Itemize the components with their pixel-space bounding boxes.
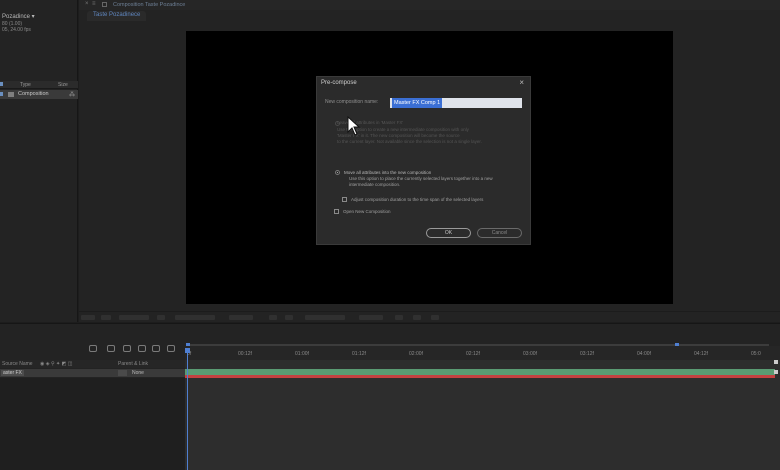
- source-name-column[interactable]: Source Name: [2, 361, 33, 367]
- column-size[interactable]: Size: [58, 82, 68, 88]
- viewer-toolbar: [79, 311, 780, 322]
- timeline-panel: ◉ ◈ ⚲ ✦ ◩ ◫ Source Name Parent & Link as…: [0, 323, 780, 470]
- switches-column[interactable]: ◉ ◈ ⚲ ✦ ◩ ◫: [40, 361, 72, 367]
- viewer-control[interactable]: [413, 315, 421, 320]
- composition-icon: [8, 92, 14, 97]
- label-color-icon: [0, 92, 3, 96]
- dialog-title: Pre-compose: [321, 80, 357, 86]
- ok-button[interactable]: OK: [426, 228, 471, 238]
- label-color-icon: [0, 82, 3, 86]
- time-tick: 03:12f: [580, 351, 594, 357]
- composition-tab-bar: × ≡ Composition Taste Pozadince: [79, 0, 780, 10]
- project-info-line: 05, 24.00 fps: [2, 27, 31, 33]
- search-icon[interactable]: [89, 345, 97, 352]
- move-attributes-radio[interactable]: [335, 170, 340, 175]
- timeline-tracks[interactable]: [185, 360, 780, 470]
- shy-layers-icon[interactable]: [138, 345, 146, 352]
- move-attributes-desc: intermediate composition.: [349, 182, 401, 187]
- timeline-layer-row[interactable]: aster FX None: [0, 369, 185, 377]
- composition-name-input[interactable]: Master FX Comp 1: [390, 98, 522, 108]
- layer-list-empty-area: [0, 378, 185, 470]
- comp-mini-flowchart-icon[interactable]: [107, 345, 115, 352]
- composition-subtab[interactable]: Taste Pozadinece: [87, 11, 147, 21]
- open-new-comp-checkbox[interactable]: [334, 209, 339, 214]
- pre-compose-dialog: Pre-compose × New composition name: Mast…: [316, 76, 531, 245]
- open-new-comp-label: Open New Composition: [343, 209, 391, 214]
- parent-pickwhip-icon[interactable]: [118, 370, 127, 376]
- time-tick: 01:12f: [352, 351, 366, 357]
- resolution-dropdown[interactable]: [229, 315, 253, 320]
- viewer-control[interactable]: [157, 315, 165, 320]
- time-tick: 03:00f: [523, 351, 537, 357]
- time-tick: 04:00f: [637, 351, 651, 357]
- time-ruler[interactable]: 0f 00:12f 01:00f 01:12f 02:00f 02:12f 03…: [185, 346, 780, 360]
- time-tick: 01:00f: [295, 351, 309, 357]
- project-item-row[interactable]: Composition ⁂: [0, 90, 78, 99]
- project-panel: Pozadince ▾ 80 (1.00) 05, 24.00 fps Type…: [0, 0, 78, 322]
- graph-editor-icon[interactable]: [167, 345, 175, 352]
- adjust-duration-checkbox[interactable]: [342, 197, 347, 202]
- time-tick: 02:12f: [466, 351, 480, 357]
- mouse-cursor-icon: [347, 116, 361, 136]
- timecode-field[interactable]: [175, 315, 215, 320]
- time-tick: 04:12f: [694, 351, 708, 357]
- adjust-duration-label: Adjust composition duration to the time …: [351, 197, 484, 202]
- project-comp-name[interactable]: Pozadince ▾: [2, 13, 35, 20]
- playhead-line[interactable]: [187, 349, 188, 470]
- draft-3d-icon[interactable]: [123, 345, 131, 352]
- close-icon[interactable]: ×: [519, 78, 524, 87]
- composition-tab-title[interactable]: Composition Taste Pozadince: [113, 2, 185, 8]
- lock-icon[interactable]: [102, 2, 107, 7]
- keyframe-icon[interactable]: [774, 370, 778, 374]
- frame-blending-icon[interactable]: [152, 345, 160, 352]
- time-tick: 05:0: [751, 351, 761, 357]
- leave-attributes-desc: to the current layer. Not available sinc…: [337, 139, 482, 144]
- menu-icon[interactable]: ≡: [92, 1, 96, 7]
- viewer-control[interactable]: [285, 315, 293, 320]
- zoom-dropdown[interactable]: [119, 315, 149, 320]
- viewer-control[interactable]: [269, 315, 277, 320]
- name-selection: Master FX Comp 1: [392, 98, 443, 108]
- composition-name-label: New composition name:: [325, 99, 379, 105]
- viewer-control[interactable]: [431, 315, 439, 320]
- time-tick: 00:12f: [238, 351, 252, 357]
- parent-column[interactable]: Parent & Link: [118, 361, 148, 367]
- camera-dropdown[interactable]: [305, 315, 345, 320]
- layer-name[interactable]: aster FX: [1, 370, 24, 376]
- keyframe-icon[interactable]: [774, 360, 778, 364]
- column-type[interactable]: Type: [20, 82, 31, 88]
- viewer-control[interactable]: [101, 315, 111, 320]
- project-column-header: Type Size: [0, 81, 78, 89]
- cancel-button[interactable]: Cancel: [477, 228, 522, 238]
- parent-dropdown[interactable]: None: [132, 370, 144, 376]
- view-dropdown[interactable]: [359, 315, 383, 320]
- flowchart-icon[interactable]: ⁂: [69, 91, 75, 98]
- close-icon[interactable]: ×: [85, 1, 89, 7]
- time-tick: 02:00f: [409, 351, 423, 357]
- layer-duration-bar-selected[interactable]: [185, 375, 775, 378]
- viewer-control[interactable]: [81, 315, 95, 320]
- timeline-column-header: ◉ ◈ ⚲ ✦ ◩ ◫ Source Name Parent & Link: [0, 360, 185, 368]
- project-item-label: Composition: [18, 91, 49, 97]
- viewer-control[interactable]: [395, 315, 403, 320]
